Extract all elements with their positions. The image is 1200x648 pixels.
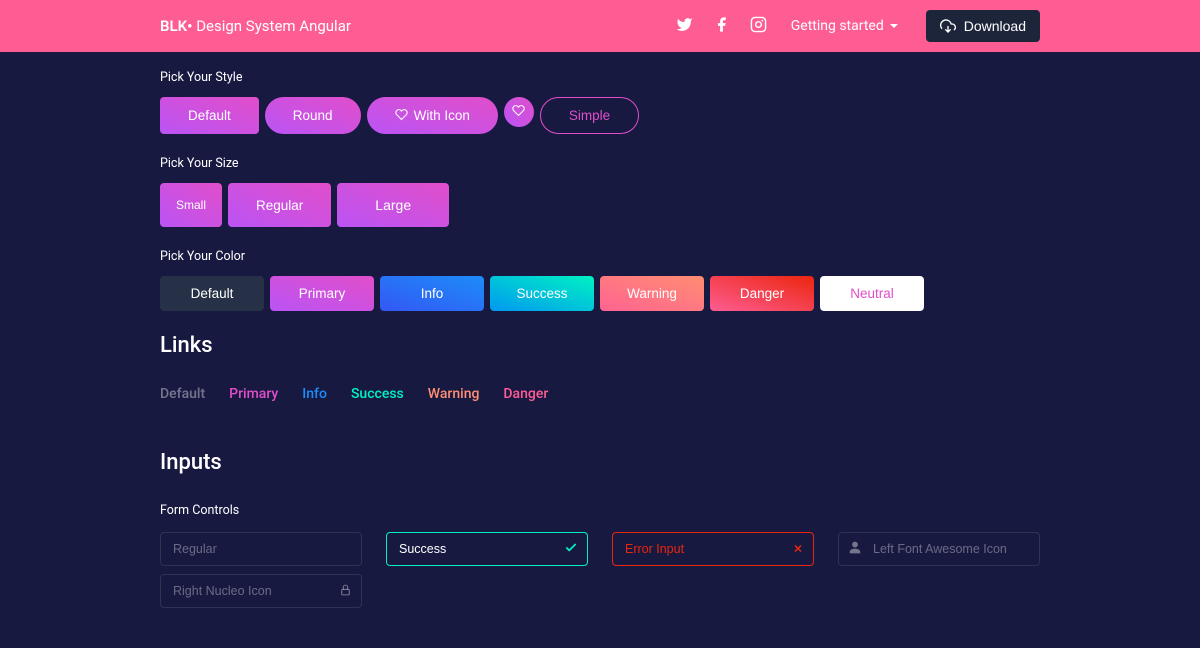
color-info-button[interactable]: Info [380,276,484,311]
style-default-button[interactable]: Default [160,97,259,134]
color-neutral-button[interactable]: Neutral [820,276,924,311]
regular-input[interactable] [160,532,362,566]
color-primary-button[interactable]: Primary [270,276,374,311]
left-icon-input[interactable] [838,532,1040,566]
heart-icon [512,104,525,120]
size-small-button[interactable]: Small [160,183,222,227]
inputs-heading: Inputs [160,450,1040,475]
color-danger-button[interactable]: Danger [710,276,814,311]
link-warning[interactable]: Warning [428,386,480,402]
link-info[interactable]: Info [302,386,327,402]
cloud-download-icon [940,18,956,34]
links-heading: Links [160,333,1040,358]
brand[interactable]: BLK• Design System Angular [160,17,351,35]
style-round-button[interactable]: Round [265,97,361,134]
x-icon [792,540,804,559]
lock-icon [339,582,352,601]
pick-color-label: Pick Your Color [160,249,1040,264]
link-default[interactable]: Default [160,386,205,402]
download-button[interactable]: Download [926,10,1040,42]
color-default-button[interactable]: Default [160,276,264,311]
size-large-button[interactable]: Large [337,183,449,227]
check-icon [564,540,578,559]
pick-size-label: Pick Your Size [160,156,1040,171]
getting-started-link[interactable]: Getting started [791,18,898,34]
color-warning-button[interactable]: Warning [600,276,704,311]
style-simple-button[interactable]: Simple [540,97,639,134]
error-input[interactable] [612,532,814,566]
facebook-icon[interactable] [713,16,730,37]
chevron-down-icon [890,24,898,28]
user-icon [848,540,862,559]
right-icon-input[interactable] [160,574,362,608]
form-controls-label: Form Controls [160,503,1040,518]
pick-style-label: Pick Your Style [160,70,1040,85]
success-input[interactable] [386,532,588,566]
instagram-icon[interactable] [750,16,767,37]
twitter-icon[interactable] [676,16,693,37]
heart-icon [395,108,408,124]
link-primary[interactable]: Primary [229,386,278,402]
link-danger[interactable]: Danger [503,386,548,402]
size-regular-button[interactable]: Regular [228,183,331,227]
style-with-icon-button[interactable]: With Icon [367,97,498,134]
style-icon-only-button[interactable] [504,97,534,127]
color-success-button[interactable]: Success [490,276,594,311]
link-success[interactable]: Success [351,386,404,402]
